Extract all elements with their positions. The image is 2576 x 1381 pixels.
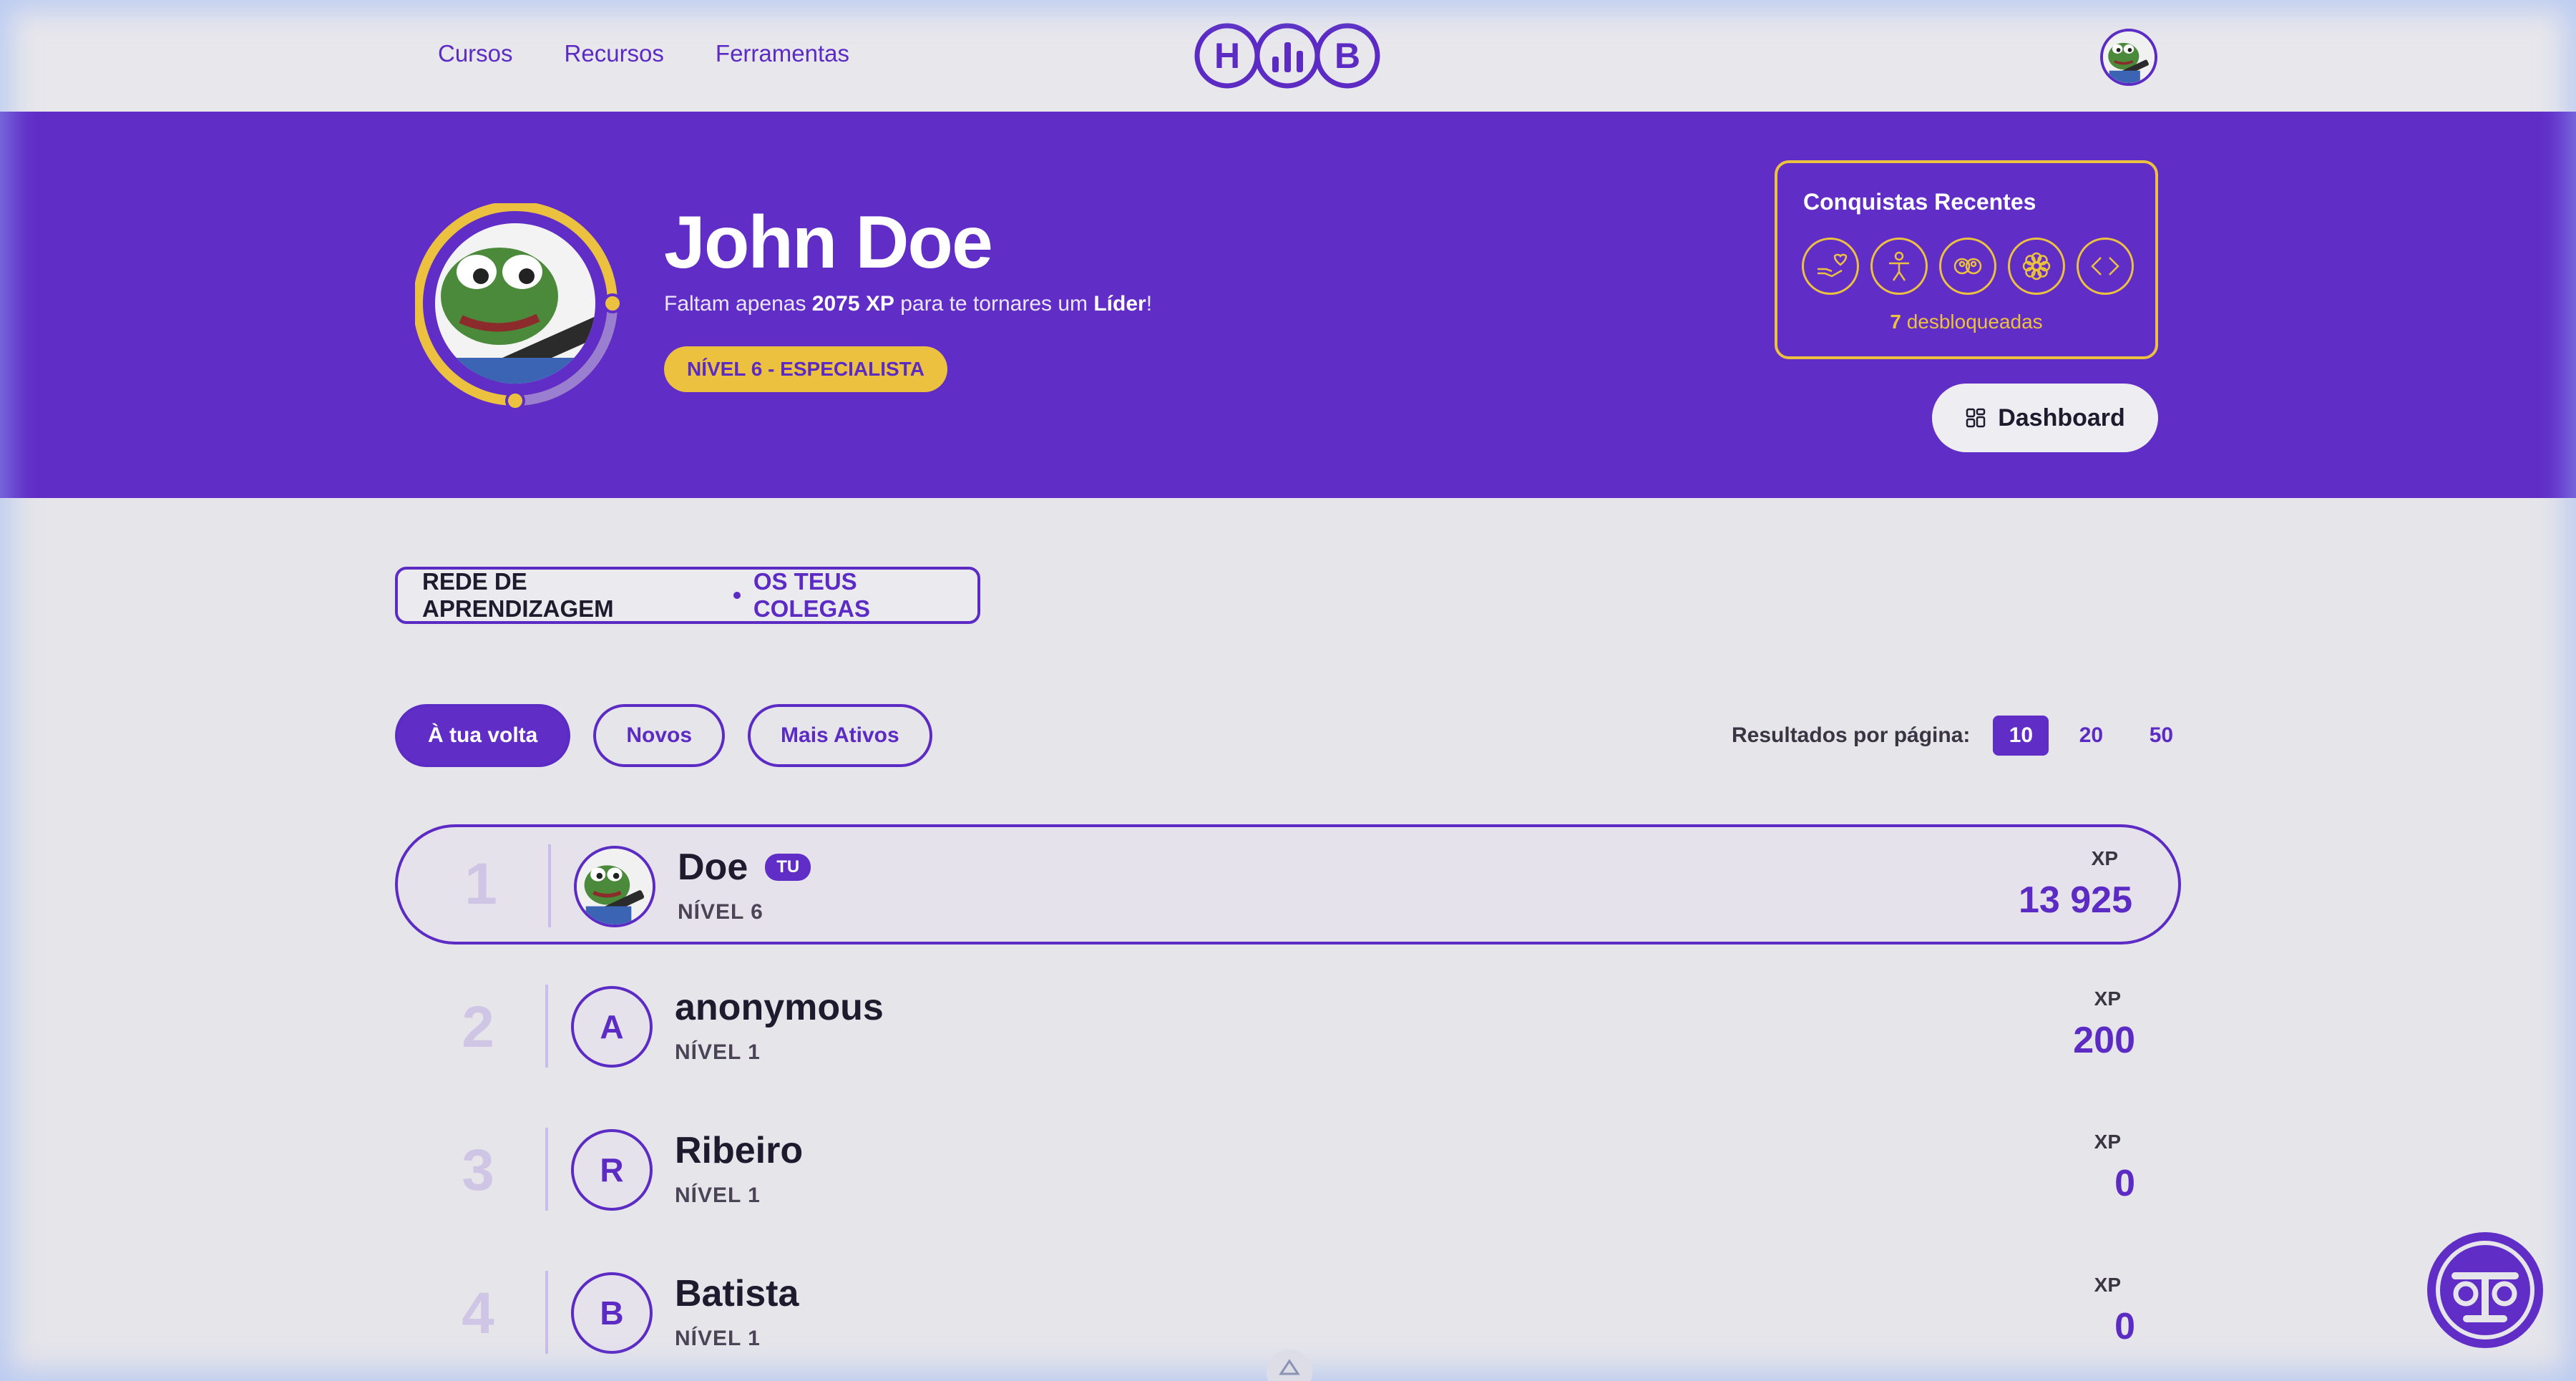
rank-level: NÍVEL 1 [675, 1040, 761, 1064]
filter-around-you[interactable]: À tua volta [395, 704, 571, 767]
profile-hero: John Doe Faltam apenas 2075 XP para te t… [0, 112, 2576, 498]
rank-position: 4 [462, 1281, 494, 1346]
section-separator-dot [733, 592, 741, 599]
achievement-icons [1802, 238, 2134, 295]
next-level-rank: Líder [1093, 292, 1146, 316]
logo-letter-h: H [1214, 36, 1240, 76]
rank-name-text: Ribeiro [675, 1130, 804, 1171]
achievements-title: Conquistas Recentes [1803, 189, 2036, 215]
section-title: REDE DE APRENDIZAGEM [422, 568, 614, 622]
results-per-page-label: Resultados por página: [1732, 723, 1971, 747]
rank-name-text: Batista [675, 1273, 799, 1314]
next-level-text: Faltam apenas 2075 XP para te tornares u… [664, 292, 1152, 316]
nav-link-ferramentas[interactable]: Ferramentas [716, 40, 849, 67]
learning-network-header: REDE DE APRENDIZAGEM OS TEUS COLEGAS [395, 567, 980, 624]
achievements-count: 7 desbloqueadas [1777, 311, 2155, 333]
profile-avatar [415, 203, 623, 411]
rank-divider [548, 844, 551, 927]
hand-heart-icon[interactable] [1802, 238, 1859, 295]
profile-name: John Doe [664, 201, 993, 284]
devtools-toggle-icon[interactable] [1267, 1350, 1312, 1381]
top-navbar: Cursos Recursos Ferramentas H B [0, 0, 2576, 112]
results-per-page: Resultados por página: 10 20 50 [1732, 716, 2203, 756]
ranking-row[interactable]: 3 R Ribeiro NÍVEL 1 XP 0 [395, 1111, 2181, 1231]
rank-position: 2 [462, 995, 494, 1060]
rank-name: Batista [675, 1272, 799, 1315]
rank-xp-value: 0 [2114, 1163, 2135, 1204]
flower-icon[interactable] [2008, 238, 2065, 295]
achievements-count-number: 7 [1890, 311, 1901, 333]
per-page-option-50[interactable]: 50 [2133, 716, 2189, 756]
avatar: R [571, 1129, 653, 1211]
person-icon[interactable] [1870, 238, 1928, 295]
rank-xp-label: XP [2094, 1274, 2121, 1296]
section-subtitle: OS TEUS COLEGAS [753, 568, 871, 622]
code-icon[interactable] [2077, 238, 2134, 295]
group-icon[interactable] [1939, 238, 1996, 295]
floating-help-button[interactable] [2427, 1232, 2543, 1348]
ranking-filters: À tua volta Novos Mais Ativos [395, 704, 932, 767]
rank-xp-label: XP [2091, 847, 2118, 869]
filter-new[interactable]: Novos [593, 704, 726, 767]
nav-link-recursos[interactable]: Recursos [565, 40, 664, 67]
logo-letter-b: B [1335, 36, 1360, 76]
rank-name-text: Doe [678, 846, 748, 888]
you-badge: TU [765, 854, 811, 881]
level-badge: NÍVEL 6 - ESPECIALISTA [664, 346, 947, 392]
rank-xp-label: XP [2094, 1131, 2121, 1153]
per-page-option-20[interactable]: 20 [2063, 716, 2119, 756]
rank-xp-value: 13 925 [2018, 879, 2132, 921]
next-level-suffix: ! [1146, 292, 1153, 316]
per-page-option-10[interactable]: 10 [1993, 716, 2049, 756]
rank-name-text: anonymous [675, 987, 884, 1028]
frog-avatar-icon [577, 849, 653, 924]
hub-logo[interactable]: H B [1194, 21, 1381, 91]
rank-level: NÍVEL 6 [678, 900, 763, 924]
next-level-middle: para te tornares um [894, 292, 1094, 316]
rank-xp-value: 0 [2114, 1306, 2135, 1347]
dashboard-button[interactable]: Dashboard [1932, 384, 2158, 452]
rank-level: NÍVEL 1 [675, 1184, 761, 1207]
rank-xp-label: XP [2094, 987, 2121, 1010]
dashboard-label: Dashboard [1998, 404, 2125, 431]
rank-name: anonymous [675, 986, 884, 1029]
rank-name: Doe TU [678, 846, 811, 889]
accessibility-icon [2436, 1241, 2534, 1339]
frog-avatar-icon [2103, 31, 2155, 83]
avatar: B [571, 1272, 653, 1354]
rank-position: 1 [464, 851, 497, 917]
rank-divider [545, 985, 548, 1068]
rank-xp-value: 200 [2073, 1020, 2135, 1061]
nav-links: Cursos Recursos Ferramentas [438, 40, 849, 67]
ranking-row[interactable]: 2 A anonymous NÍVEL 1 XP 200 [395, 967, 2181, 1088]
filter-most-active[interactable]: Mais Ativos [748, 704, 932, 767]
recent-achievements-card[interactable]: Conquistas Recentes 7 desbloqueadas [1775, 160, 2158, 359]
rank-divider [545, 1128, 548, 1211]
user-avatar-button[interactable] [2100, 29, 2157, 86]
rank-position: 3 [462, 1138, 494, 1203]
dashboard-grid-icon [1966, 408, 1986, 428]
rank-level: NÍVEL 1 [675, 1327, 761, 1350]
rank-name: Ribeiro [675, 1129, 803, 1172]
achievements-count-label: desbloqueadas [1901, 311, 2043, 333]
avatar [574, 846, 655, 927]
nav-link-cursos[interactable]: Cursos [438, 40, 513, 67]
next-level-prefix: Faltam apenas [664, 292, 812, 316]
next-level-xp: 2075 XP [811, 292, 894, 316]
rank-divider [545, 1271, 548, 1354]
ranking-row-current-user[interactable]: 1 Doe TU NÍVEL 6 XP 13 925 [395, 824, 2181, 945]
avatar: A [571, 986, 653, 1068]
